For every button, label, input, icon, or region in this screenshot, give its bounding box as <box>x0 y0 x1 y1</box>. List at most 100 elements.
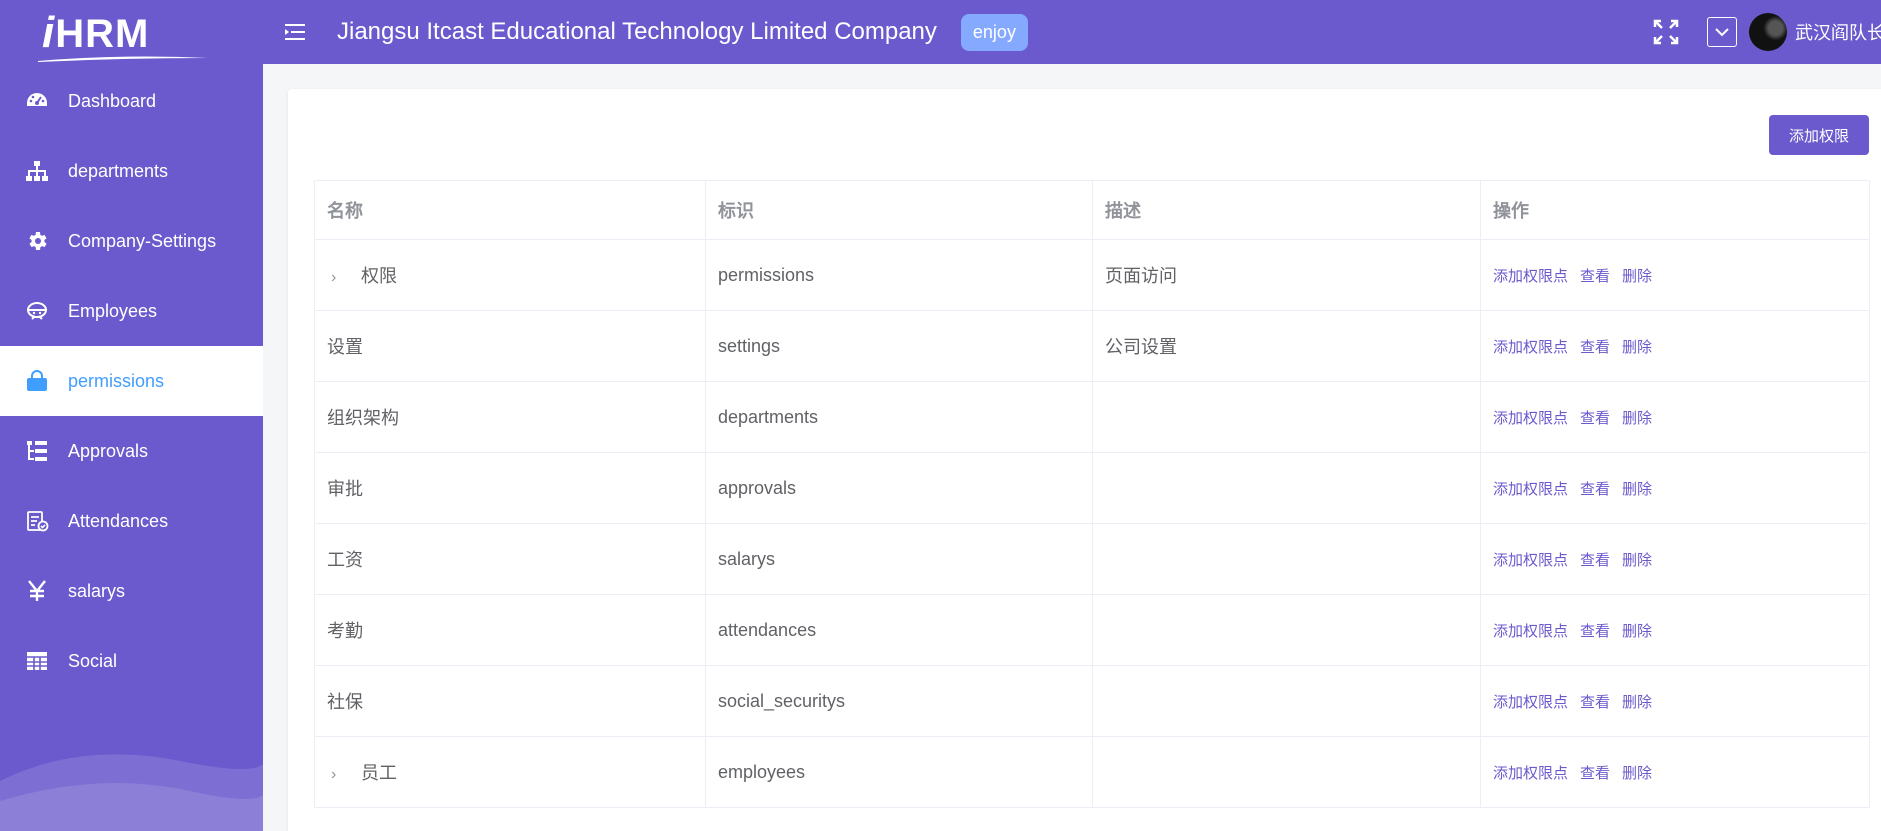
delete-link[interactable]: 删除 <box>1622 410 1652 427</box>
row-actions: 添加权限点 查看 删除 <box>1480 665 1870 737</box>
row-code: settings <box>705 310 1093 382</box>
add-permission-point-link[interactable]: 添加权限点 <box>1493 623 1568 640</box>
add-permission-button[interactable]: 添加权限 <box>1769 115 1869 155</box>
column-header-actions: 操作 <box>1480 180 1870 240</box>
sidebar-item-salarys[interactable]: salarys <box>0 556 263 626</box>
delete-link[interactable]: 删除 <box>1622 765 1652 782</box>
row-code: departments <box>705 381 1093 453</box>
table-row: 审批 approvals 添加权限点 查看 删除 <box>314 452 1870 524</box>
add-permission-point-link[interactable]: 添加权限点 <box>1493 339 1568 356</box>
row-description: 页面访问 <box>1092 239 1481 311</box>
gear-icon <box>24 228 50 254</box>
row-actions: 添加权限点 查看 删除 <box>1480 381 1870 453</box>
avatar[interactable] <box>1749 13 1787 51</box>
table-row: 社保 social_securitys 添加权限点 查看 删除 <box>314 665 1870 737</box>
top-header: Jiangsu Itcast Educational Technology Li… <box>263 0 1881 64</box>
row-description <box>1092 452 1481 524</box>
row-name-cell: 审批 <box>314 452 706 524</box>
view-link[interactable]: 查看 <box>1580 765 1610 782</box>
row-description <box>1092 381 1481 453</box>
sidebar-item-label: permissions <box>68 370 165 391</box>
permissions-table: 名称 标识 描述 操作 › 权限 permissions 页面访问 添加权限点 查看 删除设… <box>314 180 1870 808</box>
sidebar-item-permissions[interactable]: permissions <box>0 346 263 416</box>
people-icon <box>24 298 50 324</box>
sidebar-item-label: Attendances <box>68 510 169 531</box>
row-name: 设置 <box>327 337 363 357</box>
add-permission-point-link[interactable]: 添加权限点 <box>1493 481 1568 498</box>
row-name-cell: 设置 <box>314 310 706 382</box>
row-name: 考勤 <box>327 621 363 641</box>
sidebar-item-label: Dashboard <box>68 90 157 111</box>
fullscreen-icon[interactable] <box>1651 17 1681 47</box>
sidebar-item-employees[interactable]: Employees <box>0 276 263 346</box>
sidebar-item-departments[interactable]: departments <box>0 136 263 206</box>
view-link[interactable]: 查看 <box>1580 552 1610 569</box>
lock-icon <box>24 368 50 394</box>
view-link[interactable]: 查看 <box>1580 268 1610 285</box>
delete-link[interactable]: 删除 <box>1622 481 1652 498</box>
row-code: salarys <box>705 523 1093 595</box>
delete-link[interactable]: 删除 <box>1622 552 1652 569</box>
table-row: 组织架构 departments 添加权限点 查看 删除 <box>314 381 1870 453</box>
add-permission-point-link[interactable]: 添加权限点 <box>1493 694 1568 711</box>
dropdown-toggle-button[interactable] <box>1707 17 1737 47</box>
sidebar-item-company-settings[interactable]: Company-Settings <box>0 206 263 276</box>
dashboard-icon <box>24 88 50 114</box>
sidebar-item-social[interactable]: Social <box>0 626 263 696</box>
row-description: 公司设置 <box>1092 310 1481 382</box>
row-code: employees <box>705 736 1093 808</box>
logo-swoosh <box>38 56 208 62</box>
delete-link[interactable]: 删除 <box>1622 268 1652 285</box>
row-name: 员工 <box>361 763 397 783</box>
row-name: 审批 <box>327 479 363 499</box>
row-code: social_securitys <box>705 665 1093 737</box>
row-actions: 添加权限点 查看 删除 <box>1480 452 1870 524</box>
view-link[interactable]: 查看 <box>1580 623 1610 640</box>
logo: iHRM <box>0 0 263 66</box>
sidebar-item-approvals[interactable]: Approvals <box>0 416 263 486</box>
column-header-name: 名称 <box>314 180 706 240</box>
view-link[interactable]: 查看 <box>1580 694 1610 711</box>
delete-link[interactable]: 删除 <box>1622 623 1652 640</box>
add-permission-point-link[interactable]: 添加权限点 <box>1493 765 1568 782</box>
chevron-right-icon[interactable]: › <box>331 766 351 784</box>
hamburger-menu-icon[interactable] <box>283 20 307 44</box>
org-tree-icon <box>24 158 50 184</box>
add-permission-point-link[interactable]: 添加权限点 <box>1493 410 1568 427</box>
add-permission-point-link[interactable]: 添加权限点 <box>1493 552 1568 569</box>
logo-text: HRM <box>55 12 150 56</box>
row-description <box>1092 523 1481 595</box>
view-link[interactable]: 查看 <box>1580 339 1610 356</box>
delete-link[interactable]: 删除 <box>1622 694 1652 711</box>
sidebar-item-label: Social <box>68 650 118 671</box>
sidebar-item-dashboard[interactable]: Dashboard <box>0 66 263 136</box>
clipboard-icon <box>24 508 50 534</box>
sidebar-item-attendances[interactable]: Attendances <box>0 486 263 556</box>
view-link[interactable]: 查看 <box>1580 410 1610 427</box>
delete-link[interactable]: 删除 <box>1622 339 1652 356</box>
sidebar-item-label: salarys <box>68 580 126 601</box>
row-description <box>1092 594 1481 666</box>
row-name-cell: 组织架构 <box>314 381 706 453</box>
add-permission-point-link[interactable]: 添加权限点 <box>1493 268 1568 285</box>
row-actions: 添加权限点 查看 删除 <box>1480 239 1870 311</box>
row-code: permissions <box>705 239 1093 311</box>
yen-icon <box>24 578 50 604</box>
table-row: 设置 settings 公司设置 添加权限点 查看 删除 <box>314 310 1870 382</box>
sidebar-waves <box>0 751 263 831</box>
row-actions: 添加权限点 查看 删除 <box>1480 736 1870 808</box>
table-row: 工资 salarys 添加权限点 查看 删除 <box>314 523 1870 595</box>
username[interactable]: 武汉阎队长 <box>1795 19 1881 45</box>
view-link[interactable]: 查看 <box>1580 481 1610 498</box>
row-actions: 添加权限点 查看 删除 <box>1480 594 1870 666</box>
logo-i: i <box>42 8 56 57</box>
column-header-code: 标识 <box>705 180 1093 240</box>
table-row: › 员工 employees 添加权限点 查看 删除 <box>314 736 1870 808</box>
row-actions: 添加权限点 查看 删除 <box>1480 523 1870 595</box>
row-actions: 添加权限点 查看 删除 <box>1480 310 1870 382</box>
column-header-description: 描述 <box>1092 180 1481 240</box>
row-name: 工资 <box>327 550 363 570</box>
sidebar-item-label: Company-Settings <box>68 230 217 251</box>
chevron-right-icon[interactable]: › <box>331 269 351 287</box>
row-code: attendances <box>705 594 1093 666</box>
